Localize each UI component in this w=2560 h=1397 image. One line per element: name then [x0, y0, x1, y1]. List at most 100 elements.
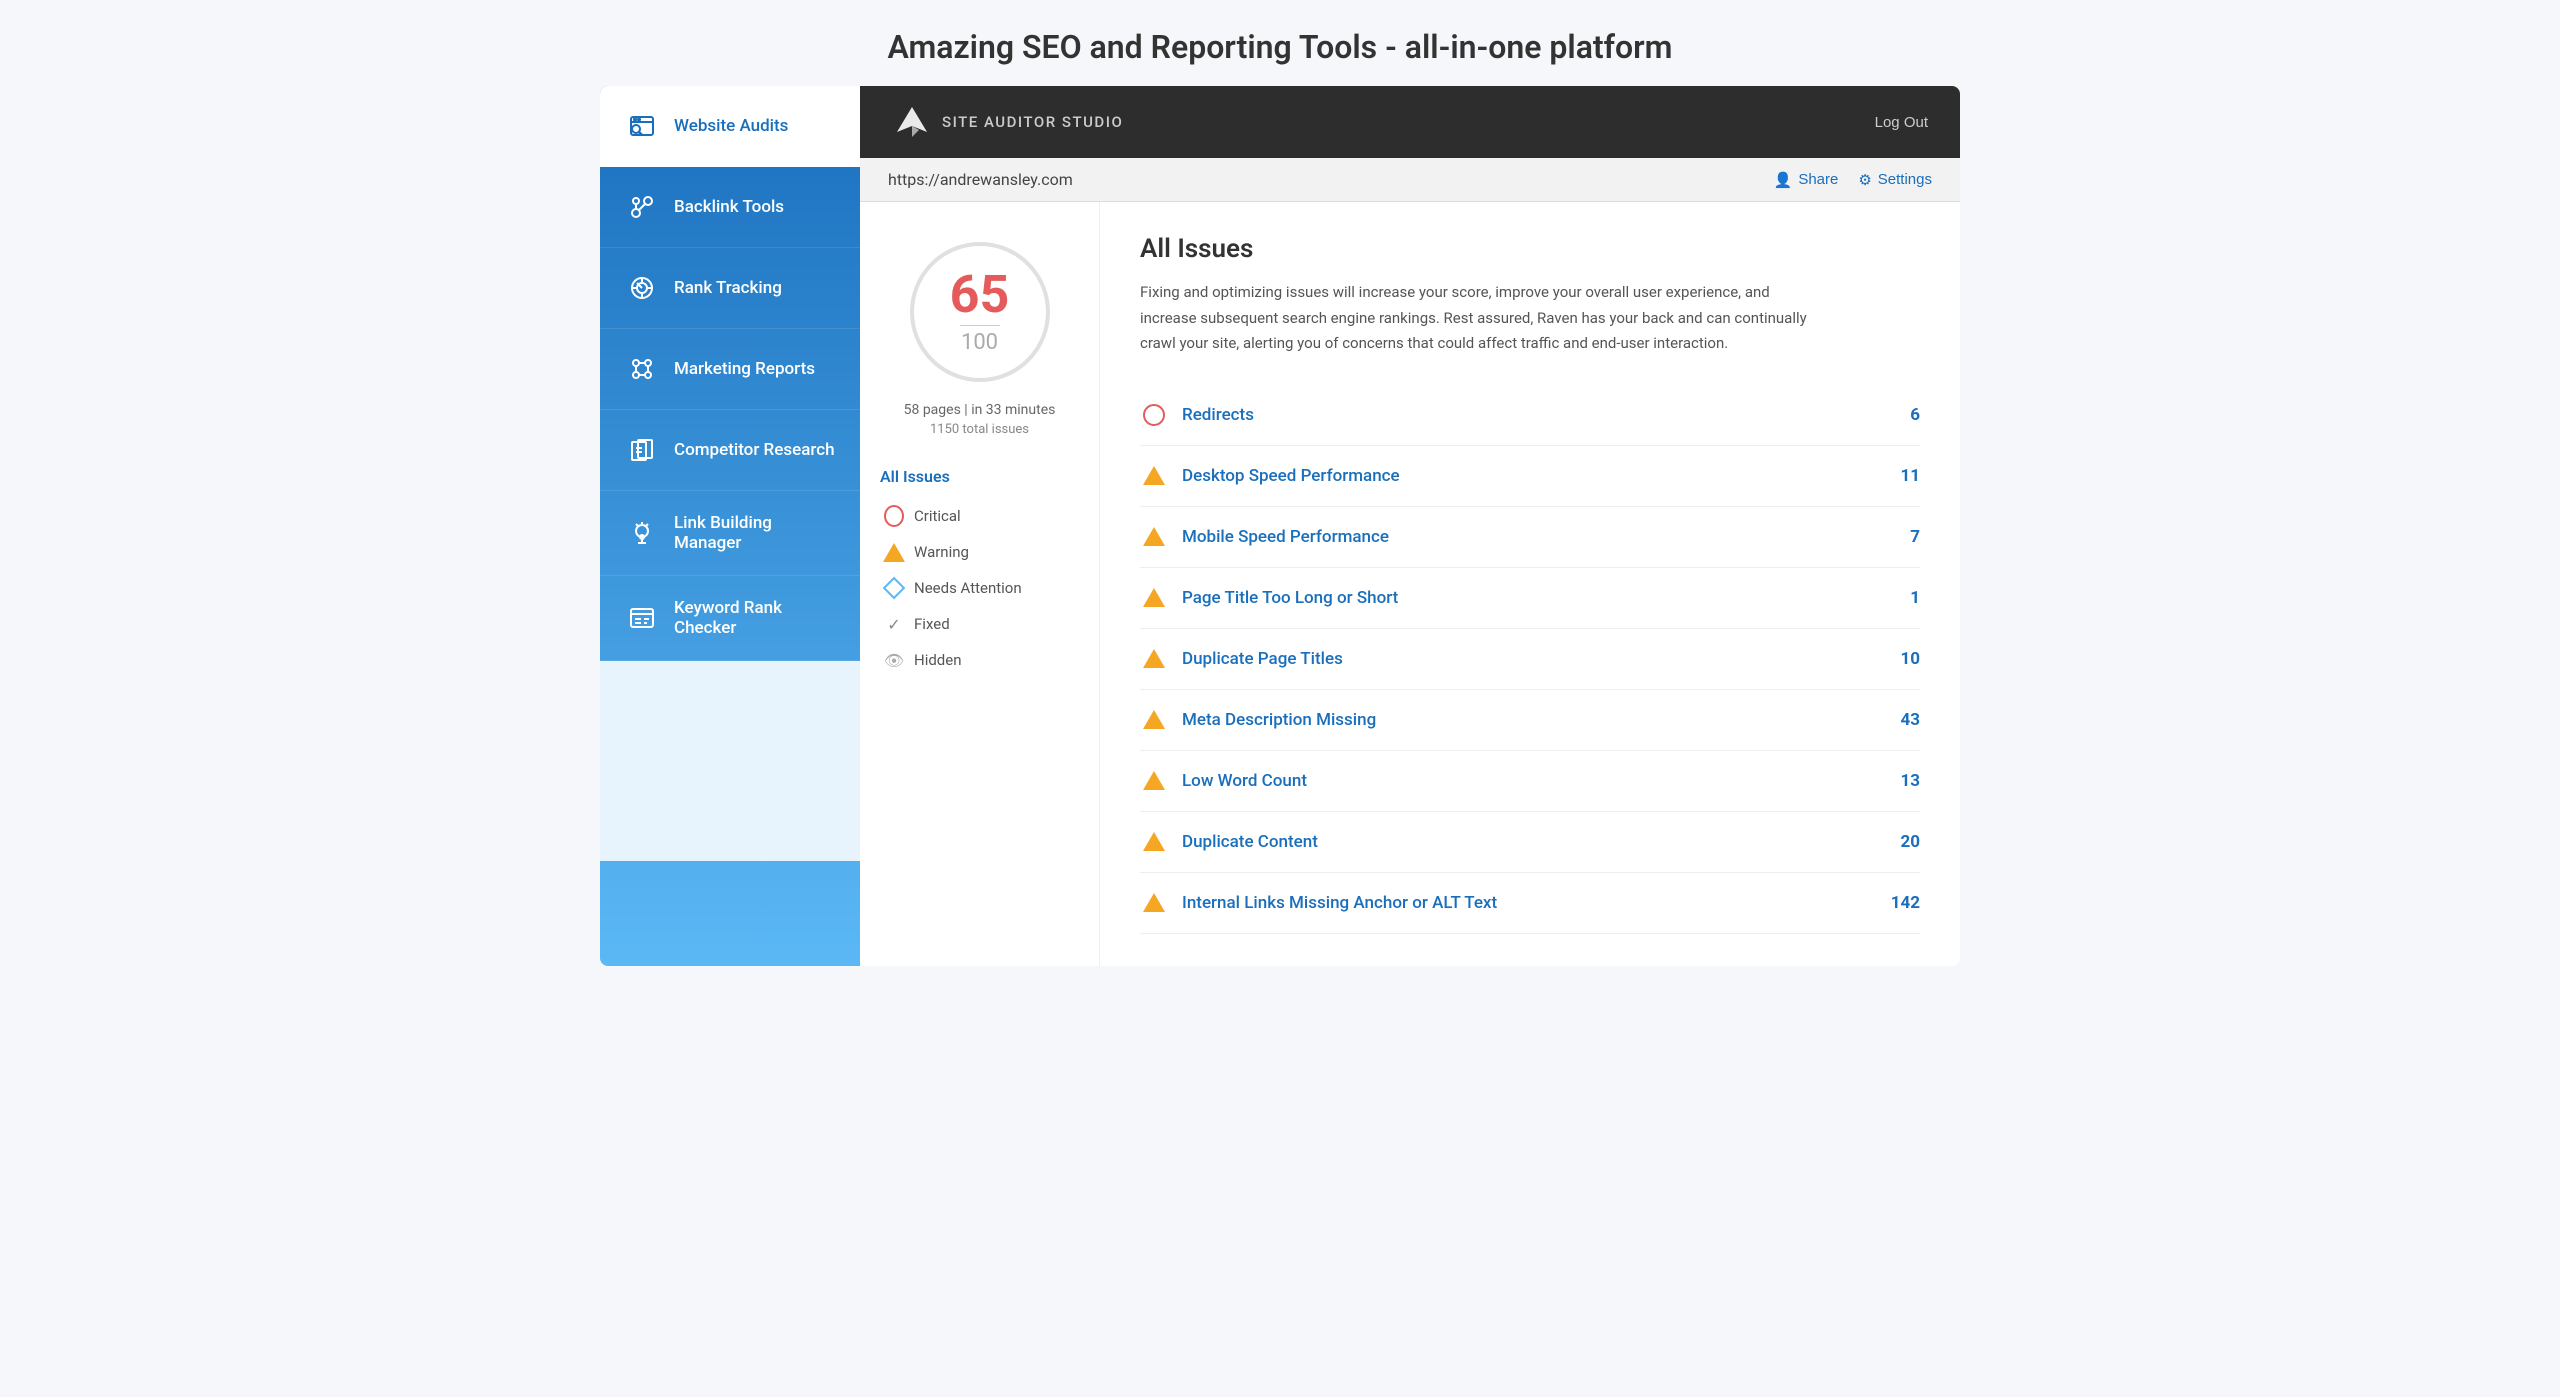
- sidebar-item-website-audits[interactable]: Website Audits: [600, 86, 860, 167]
- issue-left: Meta Description Missing: [1140, 706, 1376, 734]
- critical-icon: [884, 506, 904, 526]
- issues-title: All Issues: [1140, 234, 1920, 264]
- issue-icon: [1140, 889, 1168, 917]
- score-divider: [960, 325, 1000, 326]
- sidebar-bottom: [600, 661, 860, 861]
- issue-row[interactable]: Mobile Speed Performance 7: [1140, 507, 1920, 568]
- filter-critical-label: Critical: [914, 507, 961, 525]
- warning-icon: [1143, 466, 1165, 485]
- issue-icon: [1140, 645, 1168, 673]
- issue-left: Low Word Count: [1140, 767, 1307, 795]
- issue-label: Desktop Speed Performance: [1182, 466, 1400, 486]
- filter-warning[interactable]: Warning: [880, 534, 1079, 570]
- issue-row[interactable]: Desktop Speed Performance 11: [1140, 446, 1920, 507]
- page-title: Amazing SEO and Reporting Tools - all-in…: [0, 0, 2560, 86]
- issue-left: Internal Links Missing Anchor or ALT Tex…: [1140, 889, 1497, 917]
- filter-hidden[interactable]: 👁 Hidden: [880, 642, 1079, 678]
- website-audits-icon: [624, 108, 660, 144]
- warning-icon: [1143, 710, 1165, 729]
- settings-label: Settings: [1878, 171, 1932, 188]
- settings-icon: ⚙: [1858, 171, 1871, 189]
- issues-rows: Redirects 6 Desktop Speed Performance 11…: [1140, 385, 1920, 934]
- hidden-icon: 👁: [884, 650, 904, 670]
- score-value: 65: [950, 269, 1010, 321]
- backlink-tools-icon: [624, 189, 660, 225]
- warning-icon: [1143, 649, 1165, 668]
- competitor-research-icon: [624, 432, 660, 468]
- issue-label: Redirects: [1182, 405, 1254, 425]
- issue-left: Duplicate Content: [1140, 828, 1318, 856]
- issue-icon: [1140, 584, 1168, 612]
- keyword-rank-icon: [624, 600, 660, 636]
- share-button[interactable]: 👤 Share: [1774, 171, 1839, 189]
- issue-row[interactable]: Duplicate Content 20: [1140, 812, 1920, 873]
- link-building-icon: [624, 515, 660, 551]
- issue-count: 11: [1900, 466, 1920, 486]
- filter-fixed-label: Fixed: [914, 615, 950, 633]
- main-content: SITE AUDITOR STUDIO Log Out https://andr…: [860, 86, 1960, 966]
- issue-label: Meta Description Missing: [1182, 710, 1376, 730]
- issue-count: 142: [1891, 893, 1920, 913]
- score-max: 100: [961, 330, 998, 355]
- share-label: Share: [1798, 171, 1838, 188]
- issue-label: Internal Links Missing Anchor or ALT Tex…: [1182, 893, 1497, 913]
- issue-label: Duplicate Page Titles: [1182, 649, 1343, 669]
- logout-button[interactable]: Log Out: [1875, 114, 1928, 131]
- warning-icon: [1143, 588, 1165, 607]
- settings-button[interactable]: ⚙ Settings: [1858, 171, 1932, 189]
- issue-count: 1: [1910, 588, 1920, 608]
- issue-row[interactable]: Low Word Count 13: [1140, 751, 1920, 812]
- score-pages: 58 pages | in 33 minutes: [904, 402, 1056, 418]
- sidebar-item-backlink-tools[interactable]: Backlink Tools: [600, 167, 860, 248]
- issue-icon: [1140, 523, 1168, 551]
- sidebar-item-link-building-manager[interactable]: Link Building Manager: [600, 491, 860, 576]
- share-icon: 👤: [1774, 171, 1793, 189]
- filter-fixed[interactable]: ✓ Fixed: [880, 606, 1079, 642]
- issue-row[interactable]: Duplicate Page Titles 10: [1140, 629, 1920, 690]
- rank-tracking-icon: [624, 270, 660, 306]
- sidebar-item-label: Marketing Reports: [674, 359, 815, 379]
- warning-icon: [1143, 832, 1165, 851]
- issue-left: Mobile Speed Performance: [1140, 523, 1389, 551]
- issue-count: 20: [1900, 832, 1920, 852]
- sidebar-item-keyword-rank-checker[interactable]: Keyword Rank Checker: [600, 576, 860, 661]
- issue-label: Duplicate Content: [1182, 832, 1318, 852]
- score-meta: 58 pages | in 33 minutes 1150 total issu…: [904, 402, 1056, 437]
- url-actions: 👤 Share ⚙ Settings: [1774, 171, 1932, 189]
- score-circle: 65 100: [910, 242, 1050, 382]
- score-panel: 65 100 58 pages | in 33 minutes 1150 tot…: [860, 202, 1100, 966]
- issue-row[interactable]: Redirects 6: [1140, 385, 1920, 446]
- sidebar-item-competitor-research[interactable]: Competitor Research: [600, 410, 860, 491]
- filter-needs-attention[interactable]: Needs Attention: [880, 570, 1079, 606]
- issues-container: 65 100 58 pages | in 33 minutes 1150 tot…: [860, 202, 1960, 966]
- sidebar-item-label: Link Building Manager: [674, 513, 836, 553]
- sidebar-item-label: Website Audits: [674, 116, 788, 136]
- filter-all-issues[interactable]: All Issues: [880, 467, 1079, 486]
- app-header: SITE AUDITOR STUDIO Log Out: [860, 86, 1960, 158]
- issues-description: Fixing and optimizing issues will increa…: [1140, 280, 1820, 357]
- sidebar-item-label: Backlink Tools: [674, 197, 784, 217]
- sidebar: Website Audits Backlink Tools: [600, 86, 860, 966]
- issue-icon: [1140, 767, 1168, 795]
- warning-icon: [884, 542, 904, 562]
- issue-left: Desktop Speed Performance: [1140, 462, 1400, 490]
- issue-row[interactable]: Meta Description Missing 43: [1140, 690, 1920, 751]
- sidebar-item-rank-tracking[interactable]: Rank Tracking: [600, 248, 860, 329]
- sidebar-item-label: Competitor Research: [674, 440, 835, 460]
- sidebar-item-marketing-reports[interactable]: Marketing Reports: [600, 329, 860, 410]
- issue-count: 7: [1910, 527, 1920, 547]
- filter-critical[interactable]: Critical: [880, 498, 1079, 534]
- warning-icon: [1143, 527, 1165, 546]
- raven-logo: SITE AUDITOR STUDIO: [892, 102, 1123, 142]
- issue-label: Low Word Count: [1182, 771, 1307, 791]
- issue-count: 6: [1910, 405, 1920, 425]
- issue-row[interactable]: Page Title Too Long or Short 1: [1140, 568, 1920, 629]
- app-header-left: SITE AUDITOR STUDIO: [892, 102, 1123, 142]
- issue-icon: [1140, 401, 1168, 429]
- issue-label: Mobile Speed Performance: [1182, 527, 1389, 547]
- issues-list-panel: All Issues Fixing and optimizing issues …: [1100, 202, 1960, 966]
- warning-icon: [1143, 893, 1165, 912]
- app-header-title: SITE AUDITOR STUDIO: [942, 113, 1123, 131]
- issue-row[interactable]: Internal Links Missing Anchor or ALT Tex…: [1140, 873, 1920, 934]
- filter-needs-label: Needs Attention: [914, 579, 1022, 597]
